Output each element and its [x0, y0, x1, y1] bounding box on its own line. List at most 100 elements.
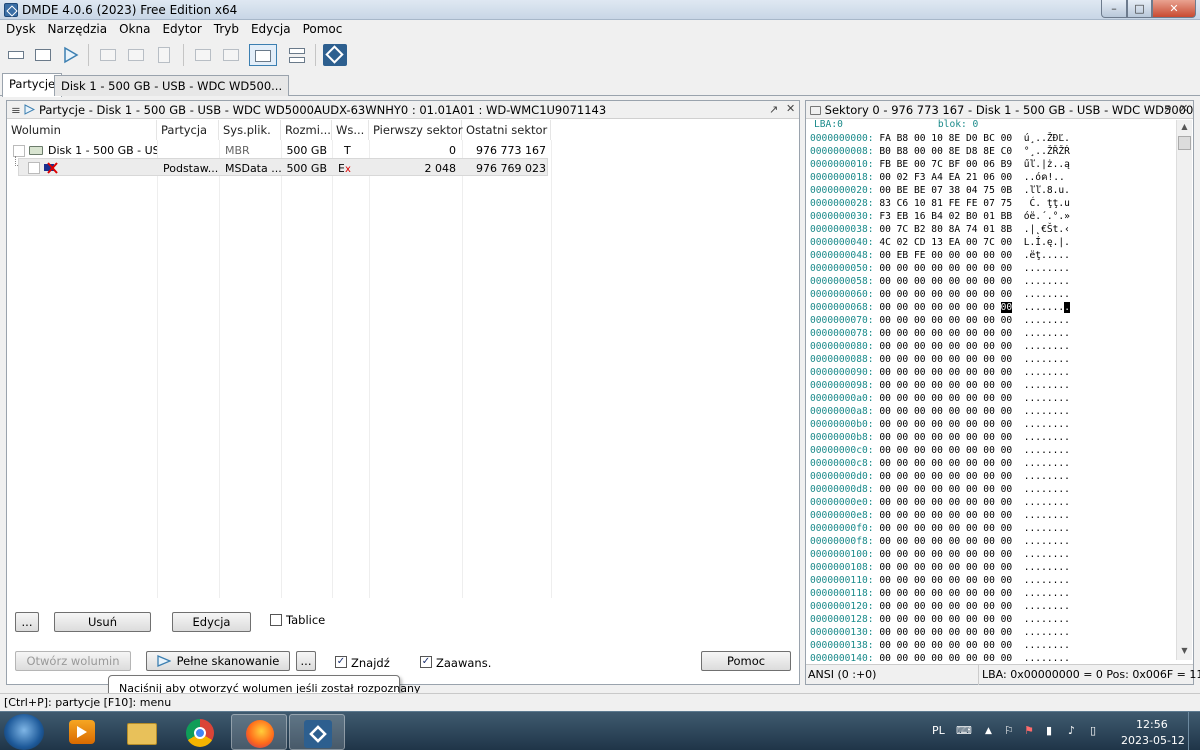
action-center-icon[interactable]: ⚑	[1024, 724, 1034, 737]
hex-bytes[interactable]: 00 00 00 00 00 00 00 00	[879, 341, 1012, 352]
hex-ascii[interactable]: ..óค!..	[1024, 172, 1065, 183]
hex-bytes[interactable]: 00 00 00 00 00 00 00 00	[879, 445, 1012, 456]
volume-icon[interactable]: ♪	[1068, 724, 1075, 737]
hex-ascii[interactable]: .ëţ.....	[1024, 250, 1070, 261]
view-list-icon[interactable]	[219, 44, 243, 66]
hex-ascii[interactable]: ........	[1024, 562, 1070, 573]
chrome-icon[interactable]	[172, 714, 228, 750]
hex-row[interactable]: 00000000a0: 00 00 00 00 00 00 00 00 ....…	[810, 392, 1176, 405]
ascii-cursor[interactable]: .	[1064, 302, 1070, 313]
hex-row[interactable]: 0000000058: 00 00 00 00 00 00 00 00 ....…	[810, 275, 1176, 288]
hex-ascii[interactable]: ........	[1024, 614, 1070, 625]
hex-cursor[interactable]: 00	[1000, 302, 1013, 313]
hex-bytes[interactable]: 00 00 00 00 00 00 00 00	[879, 549, 1012, 560]
hex-bytes[interactable]: 00 00 00 00 00 00 00 00	[879, 354, 1012, 365]
hex-ascii[interactable]: ........	[1024, 419, 1070, 430]
hex-row[interactable]: 00000000b0: 00 00 00 00 00 00 00 00 ....…	[810, 418, 1176, 431]
close-button[interactable]: ✕	[1152, 0, 1196, 18]
hex-bytes[interactable]: 00 00 00 00 00 00 00 00	[879, 484, 1012, 495]
hex-bytes[interactable]: 00 00 00 00 00 00 00 00	[879, 419, 1012, 430]
hex-bytes[interactable]: 83 C6 10 81 FE FE 07 75	[879, 198, 1012, 209]
hex-row[interactable]: 0000000108: 00 00 00 00 00 00 00 00 ....…	[810, 561, 1176, 574]
hex-bytes[interactable]: 00 00 00 00 00 00 00 00	[879, 393, 1012, 404]
hex-row[interactable]: 0000000020: 00 BE BE 07 38 04 75 0B .ľľ.…	[810, 184, 1176, 197]
hex-ascii[interactable]: .|˛€Št.‹	[1024, 224, 1070, 235]
new-file-icon[interactable]	[152, 44, 176, 66]
more-options-button[interactable]: ...	[15, 612, 39, 632]
scan-more-button[interactable]: ...	[296, 651, 316, 671]
hex-row[interactable]: 0000000110: 00 00 00 00 00 00 00 00 ....…	[810, 574, 1176, 587]
hex-bytes[interactable]: 00 BE BE 07 38 04 75 0B	[879, 185, 1012, 196]
col-partycja[interactable]: Partycja	[157, 120, 219, 140]
hex-row[interactable]: 0000000018: 00 02 F3 A4 EA 21 06 00 ..óค…	[810, 171, 1176, 184]
hex-ascii[interactable]: ........	[1024, 406, 1070, 417]
menu-okna[interactable]: Okna	[113, 20, 156, 36]
hex-row[interactable]: 0000000008: B0 B8 00 00 8E D8 8E C0 °¸..…	[810, 145, 1176, 158]
show-desktop-button[interactable]	[1188, 712, 1200, 750]
hex-row[interactable]: 0000000138: 00 00 00 00 00 00 00 00 ....…	[810, 639, 1176, 652]
hex-ascii[interactable]: ........	[1024, 380, 1070, 391]
hex-bytes[interactable]: 00 00 00 00 00 00 00 00	[879, 627, 1012, 638]
dmde-taskbar-icon[interactable]	[289, 714, 345, 750]
help-button[interactable]: Pomoc	[701, 651, 791, 671]
hex-ascii[interactable]: ........	[1024, 367, 1070, 378]
undock-icon[interactable]: ↗	[1163, 103, 1172, 116]
hex-ascii[interactable]: ........	[1024, 575, 1070, 586]
hex-bytes[interactable]: 00 EB FE 00 00 00 00 00	[879, 250, 1012, 261]
hex-ascii[interactable]: ........	[1024, 640, 1070, 651]
hex-row[interactable]: 0000000120: 00 00 00 00 00 00 00 00 ....…	[810, 600, 1176, 613]
language-indicator[interactable]: PL	[932, 724, 945, 737]
hex-ascii[interactable]: ........	[1024, 432, 1070, 443]
network-icon[interactable]: ▮	[1046, 724, 1052, 737]
hex-row[interactable]: 0000000060: 00 00 00 00 00 00 00 00 ....…	[810, 288, 1176, 301]
hex-bytes[interactable]: 00 00 00 00 00 00 00 00	[879, 263, 1012, 274]
vertical-scrollbar[interactable]	[1176, 120, 1192, 660]
hex-ascii[interactable]: ........	[1024, 328, 1070, 339]
hex-row[interactable]: 00000000a8: 00 00 00 00 00 00 00 00 ....…	[810, 405, 1176, 418]
hex-row[interactable]: 0000000070: 00 00 00 00 00 00 00 00 ....…	[810, 314, 1176, 327]
zaawans-label[interactable]: Zaawans.	[436, 656, 491, 670]
hex-ascii[interactable]: ........	[1024, 588, 1070, 599]
undock-icon[interactable]: ↗	[769, 103, 778, 116]
hex-bytes[interactable]: 00 00 00 00 00 00 00 00	[879, 432, 1012, 443]
col-ws[interactable]: Ws...	[332, 120, 369, 140]
start-button[interactable]	[4, 714, 44, 750]
maximize-button[interactable]: □	[1127, 0, 1152, 18]
play-icon[interactable]	[58, 44, 82, 66]
hex-bytes[interactable]: 00 00 00 00 00 00 00 00	[879, 588, 1012, 599]
hex-bytes[interactable]: B0 B8 00 00 8E D8 8E C0	[879, 146, 1012, 157]
hex-bytes[interactable]: 00 00 00 00 00 00 00 00	[879, 328, 1012, 339]
hex-row[interactable]: 0000000050: 00 00 00 00 00 00 00 00 ....…	[810, 262, 1176, 275]
hex-bytes[interactable]: 00 00 00 00 00 00 00 00	[879, 575, 1012, 586]
hex-ascii[interactable]: ........	[1024, 523, 1070, 534]
menu-edycja[interactable]: Edycja	[245, 20, 297, 36]
usb-safe-remove-icon[interactable]: ⚐	[1004, 724, 1014, 737]
hex-row[interactable]: 00000000c8: 00 00 00 00 00 00 00 00 ....…	[810, 457, 1176, 470]
firefox-icon[interactable]	[231, 714, 287, 750]
minimize-button[interactable]: –	[1101, 0, 1127, 18]
hex-row[interactable]: 00000000f0: 00 00 00 00 00 00 00 00 ....…	[810, 522, 1176, 535]
hex-ascii[interactable]: ........	[1024, 627, 1070, 638]
hex-row[interactable]: 0000000128: 00 00 00 00 00 00 00 00 ....…	[810, 613, 1176, 626]
hex-ascii[interactable]: ........	[1024, 653, 1070, 664]
hex-row[interactable]: 0000000080: 00 00 00 00 00 00 00 00 ....…	[810, 340, 1176, 353]
hex-ascii[interactable]: óë.´.°.»	[1024, 211, 1070, 222]
hex-bytes[interactable]: 00 00 00 00 00 00 00 00	[879, 302, 1013, 313]
tablice-checkbox[interactable]	[270, 614, 282, 626]
hex-bytes[interactable]: 00 00 00 00 00 00 00 00	[879, 497, 1012, 508]
hex-row[interactable]: 0000000118: 00 00 00 00 00 00 00 00 ....…	[810, 587, 1176, 600]
hex-bytes[interactable]: 00 00 00 00 00 00 00 00	[879, 523, 1012, 534]
tab-disk1[interactable]: Disk 1 - 500 GB - USB - WDC WD500...	[54, 75, 290, 96]
hex-row[interactable]: 0000000090: 00 00 00 00 00 00 00 00 ....…	[810, 366, 1176, 379]
hex-bytes[interactable]: 00 00 00 00 00 00 00 00	[879, 380, 1012, 391]
hex-ascii[interactable]: ........	[1024, 497, 1070, 508]
panel-close-icon[interactable]: ✕	[1179, 102, 1188, 115]
hex-row[interactable]: 0000000040: 4C 02 CD 13 EA 00 7C 00 L.Í.…	[810, 236, 1176, 249]
hex-bytes[interactable]: 00 00 00 00 00 00 00 00	[879, 601, 1012, 612]
menu-dysk[interactable]: Dysk	[0, 20, 42, 36]
hex-ascii[interactable]: ........	[1024, 263, 1070, 274]
hex-bytes[interactable]: 00 00 00 00 00 00 00 00	[879, 510, 1012, 521]
znajdz-checkbox[interactable]: ✓	[335, 656, 347, 668]
hex-bytes[interactable]: 00 00 00 00 00 00 00 00	[879, 289, 1012, 300]
menu-narzedzia[interactable]: Narzędzia	[42, 20, 114, 36]
